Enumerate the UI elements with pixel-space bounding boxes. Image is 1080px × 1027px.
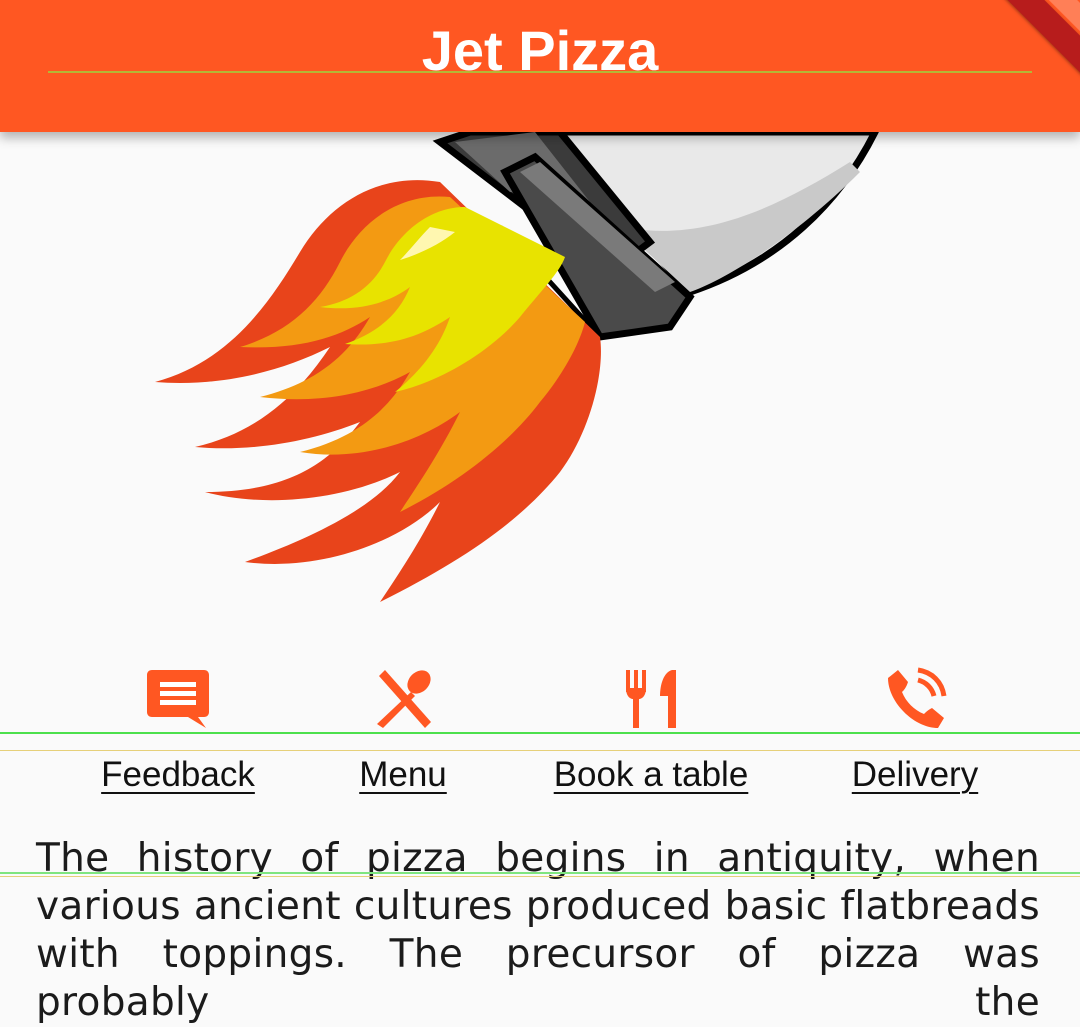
feedback-action[interactable]: Feedback — [98, 660, 258, 800]
debug-banner — [990, 0, 1080, 90]
app-bar: Jet Pizza — [0, 0, 1080, 132]
menu-label: Menu — [359, 755, 447, 794]
app-title: Jet Pizza — [421, 19, 659, 82]
menu-action[interactable]: Menu — [323, 660, 483, 800]
debug-guide-line — [0, 750, 1080, 751]
phone-in-talk-icon — [884, 666, 948, 730]
debug-guide-line — [0, 732, 1080, 734]
pizza-history-text: The history of pizza begins in antiquity… — [36, 836, 1040, 1025]
debug-guide-line — [0, 876, 1080, 877]
feedback-icon — [146, 666, 210, 730]
debug-guide-line — [0, 872, 1080, 874]
delivery-label: Delivery — [851, 755, 979, 794]
rocket-illustration — [0, 128, 1080, 622]
book-table-label: Book a table — [553, 755, 749, 794]
restaurant-icon — [622, 666, 686, 730]
feedback-label: Feedback — [101, 755, 255, 794]
restaurant-menu-icon — [373, 666, 437, 730]
debug-baseline — [48, 71, 1032, 73]
book-table-action[interactable]: Book a table — [548, 660, 754, 800]
delivery-action[interactable]: Delivery — [840, 660, 990, 800]
action-row: Feedback Menu Book a table Delivery — [0, 660, 1080, 810]
